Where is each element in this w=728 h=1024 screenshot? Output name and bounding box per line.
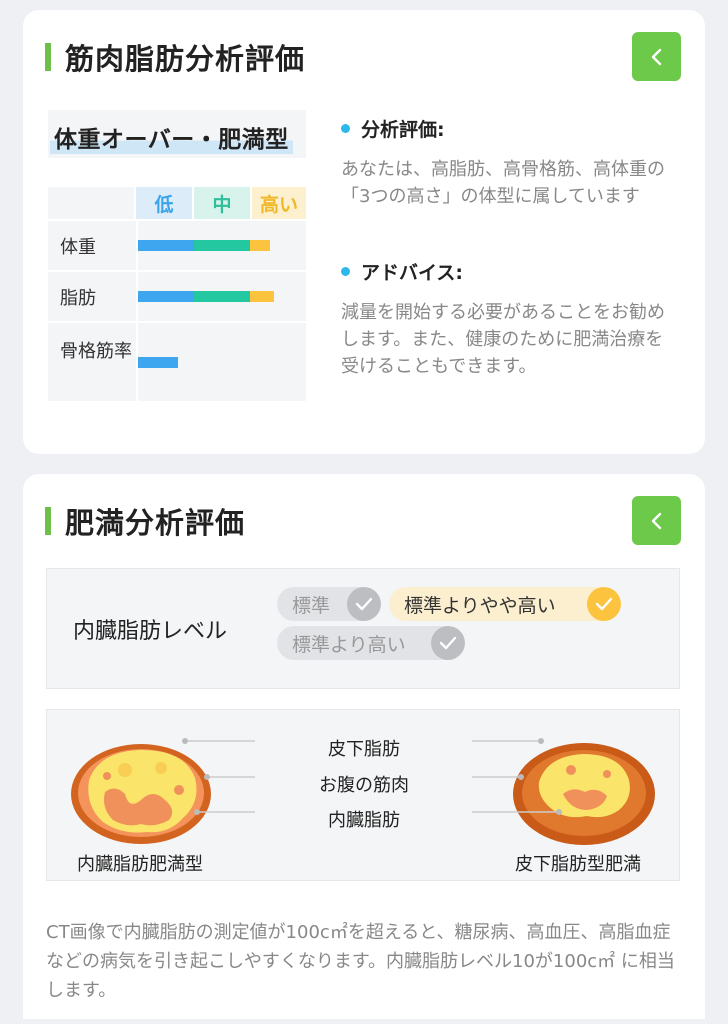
check-icon bbox=[431, 626, 465, 660]
section-header: 筋肉脂肪分析評価 bbox=[45, 40, 305, 76]
advice-heading: アドバイス: bbox=[361, 262, 464, 284]
bullet-dot bbox=[341, 267, 350, 276]
visceral-fat-box: 内臓脂肪レベル 標準 標準よりやや高い 標準より高い bbox=[46, 568, 680, 689]
chevron-left-icon bbox=[651, 512, 661, 529]
advice-block: アドバイス: 減量を開始する必要があることをお勧めします。また、健康のために肥満… bbox=[341, 258, 681, 380]
chevron-left-icon bbox=[651, 48, 661, 65]
subcutaneous-fat-label: 皮下脂肪 bbox=[328, 739, 400, 760]
left-caption: 内臓脂肪肥満型 bbox=[77, 854, 203, 875]
visceral-fat-label: 内臓脂肪レベル bbox=[73, 619, 228, 644]
table-row: 体重 bbox=[48, 221, 306, 272]
option-slightly-high[interactable]: 標準よりやや高い bbox=[389, 587, 621, 621]
abdominal-muscle-label: お腹の筋肉 bbox=[319, 775, 409, 796]
table-header-row: 低 中 高い bbox=[48, 187, 306, 221]
title-accent-bar bbox=[45, 43, 51, 71]
option-high-label: 標準より高い bbox=[292, 633, 406, 656]
option-standard-label: 標準 bbox=[292, 594, 331, 617]
section-title: 筋肉脂肪分析評価 bbox=[65, 42, 306, 76]
visceral-fat-label-ct: 内臓脂肪 bbox=[328, 810, 400, 831]
bullet-dot bbox=[341, 124, 350, 133]
option-slightly-high-label: 標準よりやや高い bbox=[404, 594, 556, 617]
analysis-text: あなたは、高脂肪、高骨格筋、高体重の「3つの高さ」の体型に属しています bbox=[341, 159, 665, 207]
row-label-fat: 脂肪 bbox=[48, 272, 138, 323]
obesity-card: 肥満分析評価 内臓脂肪レベル 標準 標準よりやや高い 標準より高い 皮下脂肪 お… bbox=[23, 474, 705, 1019]
check-icon bbox=[587, 587, 621, 621]
analysis-block: 分析評価: あなたは、高脂肪、高骨格筋、高体重の「3つの高さ」の体型に属していま… bbox=[341, 115, 681, 210]
check-icon bbox=[347, 587, 381, 621]
body-type-box: 体重オーバー・肥満型 bbox=[48, 110, 306, 158]
title-accent-bar bbox=[45, 507, 51, 535]
section-header: 肥満分析評価 bbox=[45, 504, 245, 540]
fat-bar bbox=[138, 291, 274, 302]
row-label-weight: 体重 bbox=[48, 221, 138, 272]
option-high[interactable]: 標準より高い bbox=[277, 626, 465, 660]
level-mid-header: 中 bbox=[194, 187, 250, 219]
level-high-header: 高い bbox=[252, 187, 306, 219]
back-button[interactable] bbox=[632, 496, 681, 545]
back-button[interactable] bbox=[632, 32, 681, 81]
ct-note: CT画像で内臓脂肪の測定値が100c㎡を超えると、糖尿病、高血圧、高脂血症などの… bbox=[46, 922, 675, 1001]
muscle-fat-card: 筋肉脂肪分析評価 体重オーバー・肥満型 低 中 高い 体重 脂肪 骨格筋率 分析… bbox=[23, 10, 705, 454]
row-label-skeletal-muscle: 骨格筋率 bbox=[48, 323, 138, 403]
right-caption: 皮下脂肪型肥満 bbox=[515, 854, 641, 875]
level-low-header: 低 bbox=[136, 187, 192, 219]
analysis-heading: 分析評価: bbox=[361, 119, 445, 141]
body-type-label: 体重オーバー・肥満型 bbox=[50, 120, 293, 154]
level-table: 低 中 高い 体重 脂肪 骨格筋率 bbox=[48, 187, 306, 403]
weight-bar bbox=[138, 240, 270, 251]
ct-diagram-box: 皮下脂肪 お腹の筋肉 内臓脂肪 内臓脂肪肥満型 皮下脂肪型肥満 bbox=[46, 709, 680, 881]
section-title: 肥満分析評価 bbox=[65, 506, 246, 540]
table-row: 骨格筋率 bbox=[48, 323, 306, 403]
advice-text: 減量を開始する必要があることをお勧めします。また、健康のために肥満治療を受けるこ… bbox=[341, 302, 665, 377]
table-row: 脂肪 bbox=[48, 272, 306, 323]
option-standard[interactable]: 標準 bbox=[277, 587, 381, 621]
skeletal-muscle-bar bbox=[138, 357, 178, 368]
table-header-empty bbox=[48, 187, 136, 221]
